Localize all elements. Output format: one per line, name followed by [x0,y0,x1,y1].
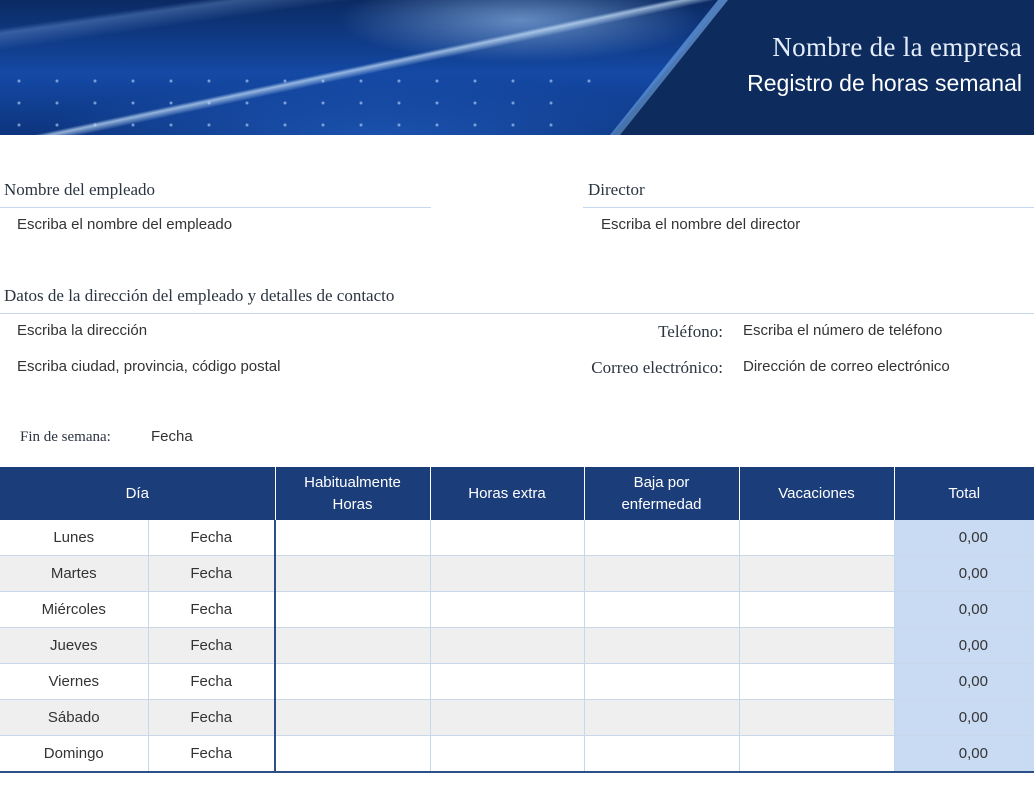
day-cell[interactable]: Lunes [0,520,149,556]
total-cell[interactable]: 0,00 [894,663,1034,700]
city-field[interactable]: Escriba ciudad, provincia, código postal [17,358,280,375]
vacation-cell[interactable] [739,555,895,592]
table-row: Lunes Fecha 0,00 [0,520,1034,556]
email-field[interactable]: Dirección de correo electrónico [743,358,950,375]
director-label: Director [588,180,645,199]
vacation-cell[interactable] [739,735,895,773]
total-cell[interactable]: 0,00 [894,735,1034,773]
date-cell[interactable]: Fecha [148,627,276,664]
day-cell[interactable]: Martes [0,555,149,592]
overtime-cell[interactable] [430,627,585,664]
employee-name-divider [0,207,431,208]
overtime-cell[interactable] [430,591,585,628]
employee-name-label: Nombre del empleado [4,180,156,199]
column-header-sick-line2: enfermedad [621,495,702,513]
date-cell[interactable]: Fecha [148,699,276,736]
regular-hours-cell[interactable] [275,555,431,592]
banner-road-lights [0,70,600,130]
date-cell[interactable]: Fecha [148,735,276,773]
sick-leave-cell[interactable] [584,627,740,664]
column-header-day[interactable]: Día [0,467,276,520]
vacation-cell[interactable] [739,591,895,628]
employee-name-field[interactable]: Escriba el nombre del empleado [17,216,232,233]
date-cell[interactable]: Fecha [148,591,276,628]
address-field[interactable]: Escriba la dirección [17,322,147,339]
column-header-regular-line1: Habitualmente [304,473,401,491]
regular-hours-cell[interactable] [275,735,431,773]
table-row: Domingo Fecha 0,00 [0,735,1034,773]
day-cell[interactable]: Sábado [0,699,149,736]
day-cell[interactable]: Viernes [0,663,149,700]
sick-leave-cell[interactable] [584,699,740,736]
column-header-vacation[interactable]: Vacaciones [739,467,895,520]
week-ending-field[interactable]: Fecha [151,428,193,445]
director-divider [583,207,1034,208]
regular-hours-cell[interactable] [275,520,431,556]
hours-table: Día Habitualmente Horas Horas extra Baja… [0,467,1034,773]
vacation-cell[interactable] [739,699,895,736]
vacation-cell[interactable] [739,627,895,664]
overtime-cell[interactable] [430,555,585,592]
day-cell[interactable]: Jueves [0,627,149,664]
overtime-cell[interactable] [430,699,585,736]
column-header-total[interactable]: Total [894,467,1034,520]
sheet-title[interactable]: Registro de horas semanal [747,70,1022,97]
overtime-cell[interactable] [430,735,585,773]
table-row: Jueves Fecha 0,00 [0,627,1034,664]
column-header-sick-line1: Baja por [633,473,690,491]
day-cell[interactable]: Domingo [0,735,149,773]
sick-leave-cell[interactable] [584,735,740,773]
column-header-overtime[interactable]: Horas extra [430,467,585,520]
email-label: Correo electrónico: [591,358,723,377]
table-row: Martes Fecha 0,00 [0,555,1034,592]
date-cell[interactable]: Fecha [148,520,276,556]
contact-divider [0,313,1034,314]
overtime-cell[interactable] [430,663,585,700]
vacation-cell[interactable] [739,520,895,556]
column-header-regular-line2: Horas [332,495,373,513]
table-header-row: Día Habitualmente Horas Horas extra Baja… [0,467,1034,520]
date-cell[interactable]: Fecha [148,555,276,592]
date-cell[interactable]: Fecha [148,663,276,700]
total-cell[interactable]: 0,00 [894,520,1034,556]
sick-leave-cell[interactable] [584,591,740,628]
director-field[interactable]: Escriba el nombre del director [601,216,800,233]
regular-hours-cell[interactable] [275,591,431,628]
table-row: Sábado Fecha 0,00 [0,699,1034,736]
column-header-sick-leave[interactable]: Baja por enfermedad [584,467,740,520]
vacation-cell[interactable] [739,663,895,700]
day-cell[interactable]: Miércoles [0,591,149,628]
regular-hours-cell[interactable] [275,627,431,664]
contact-section-label: Datos de la dirección del empleado y det… [4,286,395,305]
week-ending-label: Fin de semana: [20,429,111,445]
total-cell[interactable]: 0,00 [894,591,1034,628]
regular-hours-cell[interactable] [275,699,431,736]
table-row: Miércoles Fecha 0,00 [0,591,1034,628]
sick-leave-cell[interactable] [584,520,740,556]
company-name[interactable]: Nombre de la empresa [772,32,1022,63]
regular-hours-cell[interactable] [275,663,431,700]
phone-label: Teléfono: [658,322,723,341]
header-banner: Nombre de la empresa Registro de horas s… [0,0,1034,135]
overtime-cell[interactable] [430,520,585,556]
total-cell[interactable]: 0,00 [894,555,1034,592]
sick-leave-cell[interactable] [584,555,740,592]
phone-field[interactable]: Escriba el número de teléfono [743,322,942,339]
column-header-regular-hours[interactable]: Habitualmente Horas [275,467,431,520]
table-row: Viernes Fecha 0,00 [0,663,1034,700]
total-cell[interactable]: 0,00 [894,699,1034,736]
total-cell[interactable]: 0,00 [894,627,1034,664]
sick-leave-cell[interactable] [584,663,740,700]
